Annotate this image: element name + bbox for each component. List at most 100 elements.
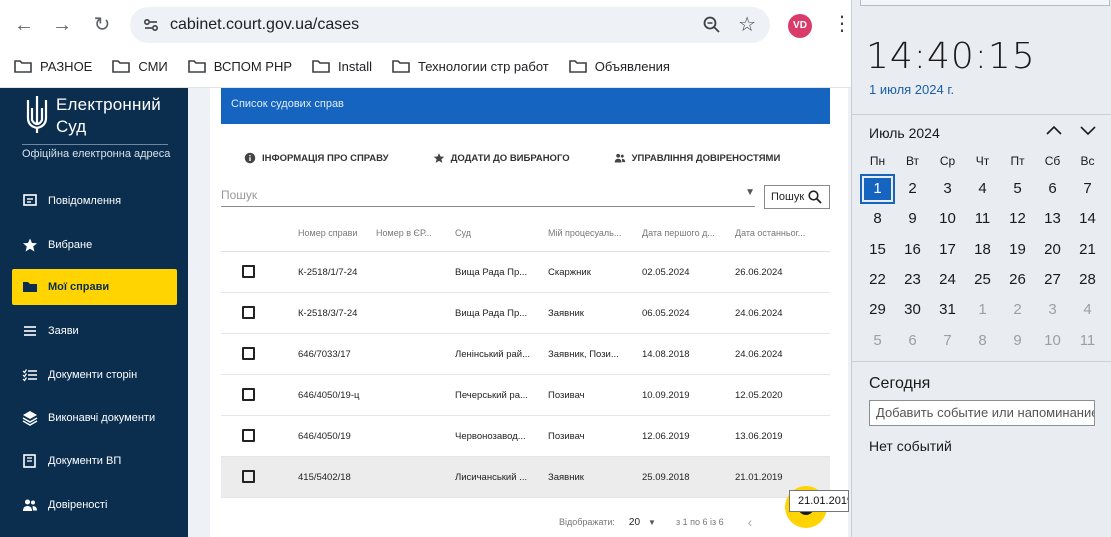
- bookmark-folder[interactable]: Технологии стр работ: [392, 56, 549, 76]
- column-header[interactable]: Номер справи: [298, 228, 368, 238]
- calendar-day[interactable]: 23: [895, 265, 930, 295]
- calendar-day[interactable]: 5: [1000, 174, 1035, 204]
- calendar-day[interactable]: 19: [1000, 235, 1035, 265]
- chevron-down-icon[interactable]: ▼: [648, 518, 656, 527]
- sidebar-item[interactable]: Довіреності: [12, 487, 177, 523]
- calendar-day[interactable]: 3: [1035, 295, 1070, 325]
- row-checkbox[interactable]: [242, 429, 255, 442]
- calendar-day[interactable]: 12: [1000, 204, 1035, 234]
- calendar-day[interactable]: 6: [895, 326, 930, 356]
- row-checkbox[interactable]: [242, 388, 255, 401]
- calendar-day[interactable]: 14: [1070, 204, 1105, 234]
- bookmark-folder[interactable]: СМИ: [112, 56, 168, 76]
- table-row[interactable]: 415/5402/18 Лисичанський ... Заявник 25.09.…: [221, 457, 830, 498]
- per-page-select[interactable]: 20: [629, 517, 640, 528]
- table-row[interactable]: 646/7033/17 Ленінський рай... Заявник, Поз…: [221, 334, 830, 375]
- action-button[interactable]: Додати до вибраного: [433, 152, 570, 164]
- sidebar-item[interactable]: Документи сторін: [12, 357, 177, 393]
- table-row[interactable]: К-2518/3/7-24 Вища Рада Пр... Заявник 06.05…: [221, 293, 830, 334]
- row-checkbox[interactable]: [242, 265, 255, 278]
- column-header[interactable]: Дата першого д...: [642, 228, 722, 238]
- calendar-day[interactable]: 3: [930, 174, 965, 204]
- calendar-day[interactable]: 29: [860, 295, 895, 325]
- calendar-day[interactable]: 25: [965, 265, 1000, 295]
- calendar-day[interactable]: 26: [1000, 265, 1035, 295]
- action-button[interactable]: Управління довіреностями: [614, 152, 780, 164]
- bookmark-folder[interactable]: Объявления: [568, 56, 670, 76]
- back-icon[interactable]: ←: [12, 13, 36, 37]
- bookmark-label: Install: [338, 58, 373, 74]
- calendar-day[interactable]: 13: [1035, 204, 1070, 234]
- calendar-day-today[interactable]: 1: [860, 174, 895, 204]
- calendar-day[interactable]: 22: [860, 265, 895, 295]
- column-header[interactable]: Суд: [455, 228, 539, 238]
- site-info-icon[interactable]: [142, 16, 160, 34]
- reload-icon[interactable]: ↻: [90, 13, 114, 37]
- sidebar-item[interactable]: Повідомлення: [12, 183, 177, 219]
- calendar-day[interactable]: 21: [1070, 235, 1105, 265]
- calendar-day[interactable]: 7: [1070, 174, 1105, 204]
- sidebar-item[interactable]: Мої справи: [12, 269, 177, 305]
- calendar-day[interactable]: 4: [1070, 295, 1105, 325]
- calendar-day[interactable]: 24: [930, 265, 965, 295]
- zoom-icon[interactable]: [702, 15, 722, 35]
- calendar-day[interactable]: 5: [860, 326, 895, 356]
- sidebar-item[interactable]: Заяви: [12, 313, 177, 349]
- calendar-day[interactable]: 31: [930, 295, 965, 325]
- calendar-day[interactable]: 8: [965, 326, 1000, 356]
- row-checkbox[interactable]: [242, 470, 255, 483]
- calendar-day[interactable]: 15: [860, 235, 895, 265]
- search-button[interactable]: Пошук: [764, 185, 830, 209]
- calendar-day[interactable]: 10: [930, 204, 965, 234]
- add-event-input[interactable]: Добавить событие или напоминание: [869, 400, 1095, 426]
- chevron-down-icon[interactable]: ▼: [745, 187, 755, 198]
- url-text[interactable]: cabinet.court.gov.ua/cases: [170, 16, 359, 34]
- bookmark-folder[interactable]: ВСПОМ PHP: [187, 56, 292, 76]
- browser-menu-icon[interactable]: ⋮: [832, 12, 852, 36]
- row-checkbox[interactable]: [242, 306, 255, 319]
- row-checkbox[interactable]: [242, 347, 255, 360]
- calendar-day[interactable]: 9: [895, 204, 930, 234]
- bookmark-star-icon[interactable]: ☆: [738, 12, 756, 37]
- calendar-day[interactable]: 2: [1000, 295, 1035, 325]
- month-title[interactable]: Июль 2024: [869, 125, 940, 141]
- date-link[interactable]: 1 июля 2024 г.: [869, 82, 954, 97]
- calendar-day[interactable]: 11: [965, 204, 1000, 234]
- chevron-up-icon[interactable]: [1044, 122, 1064, 138]
- sidebar-item[interactable]: Документи ВП: [12, 443, 177, 479]
- address-bar[interactable]: cabinet.court.gov.ua/cases ☆: [130, 7, 770, 43]
- calendar-day[interactable]: 18: [965, 235, 1000, 265]
- calendar-day[interactable]: 2: [895, 174, 930, 204]
- forward-icon[interactable]: →: [50, 13, 74, 37]
- chevron-down-icon[interactable]: [1078, 122, 1098, 138]
- table-row[interactable]: К-2518/1/7-24 Вища Рада Пр... Скаржник 02.0…: [221, 252, 830, 293]
- calendar-day[interactable]: 17: [930, 235, 965, 265]
- bookmark-folder[interactable]: РАЗНОЕ: [14, 56, 92, 76]
- previous-page-icon[interactable]: ‹: [748, 514, 753, 530]
- calendar-day[interactable]: 28: [1070, 265, 1105, 295]
- sidebar-item[interactable]: Вибране: [12, 227, 177, 263]
- profile-avatar[interactable]: VD: [788, 14, 812, 38]
- calendar-day[interactable]: 11: [1070, 326, 1105, 356]
- calendar-day[interactable]: 9: [1000, 326, 1035, 356]
- calendar-day[interactable]: 30: [895, 295, 930, 325]
- calendar-day[interactable]: 16: [895, 235, 930, 265]
- bookmark-folder[interactable]: Install: [312, 56, 372, 76]
- column-header[interactable]: Мій процесуаль...: [548, 228, 632, 238]
- table-row[interactable]: 646/4050/19-ц Печерський ра... Позивач 10.0…: [221, 375, 830, 416]
- calendar-day[interactable]: 1: [965, 295, 1000, 325]
- table-row[interactable]: 646/4050/19 Червонозавод... Позивач 12.06.2…: [221, 416, 830, 457]
- calendar-day[interactable]: 8: [860, 204, 895, 234]
- calendar-day[interactable]: 27: [1035, 265, 1070, 295]
- calendar-day[interactable]: 7: [930, 326, 965, 356]
- calendar-day[interactable]: 6: [1035, 174, 1070, 204]
- column-header[interactable]: Дата останньог...: [735, 228, 815, 238]
- sidebar-item[interactable]: Виконавчі документи: [12, 400, 177, 436]
- calendar-day[interactable]: 4: [965, 174, 1000, 204]
- action-button[interactable]: Інформація про справу: [244, 152, 389, 164]
- search-input[interactable]: Пошук ▼: [221, 185, 755, 207]
- column-header[interactable]: Номер в ЄР...: [376, 228, 446, 238]
- sidebar-item-label: Мої справи: [48, 281, 110, 293]
- calendar-day[interactable]: 20: [1035, 235, 1070, 265]
- calendar-day[interactable]: 10: [1035, 326, 1070, 356]
